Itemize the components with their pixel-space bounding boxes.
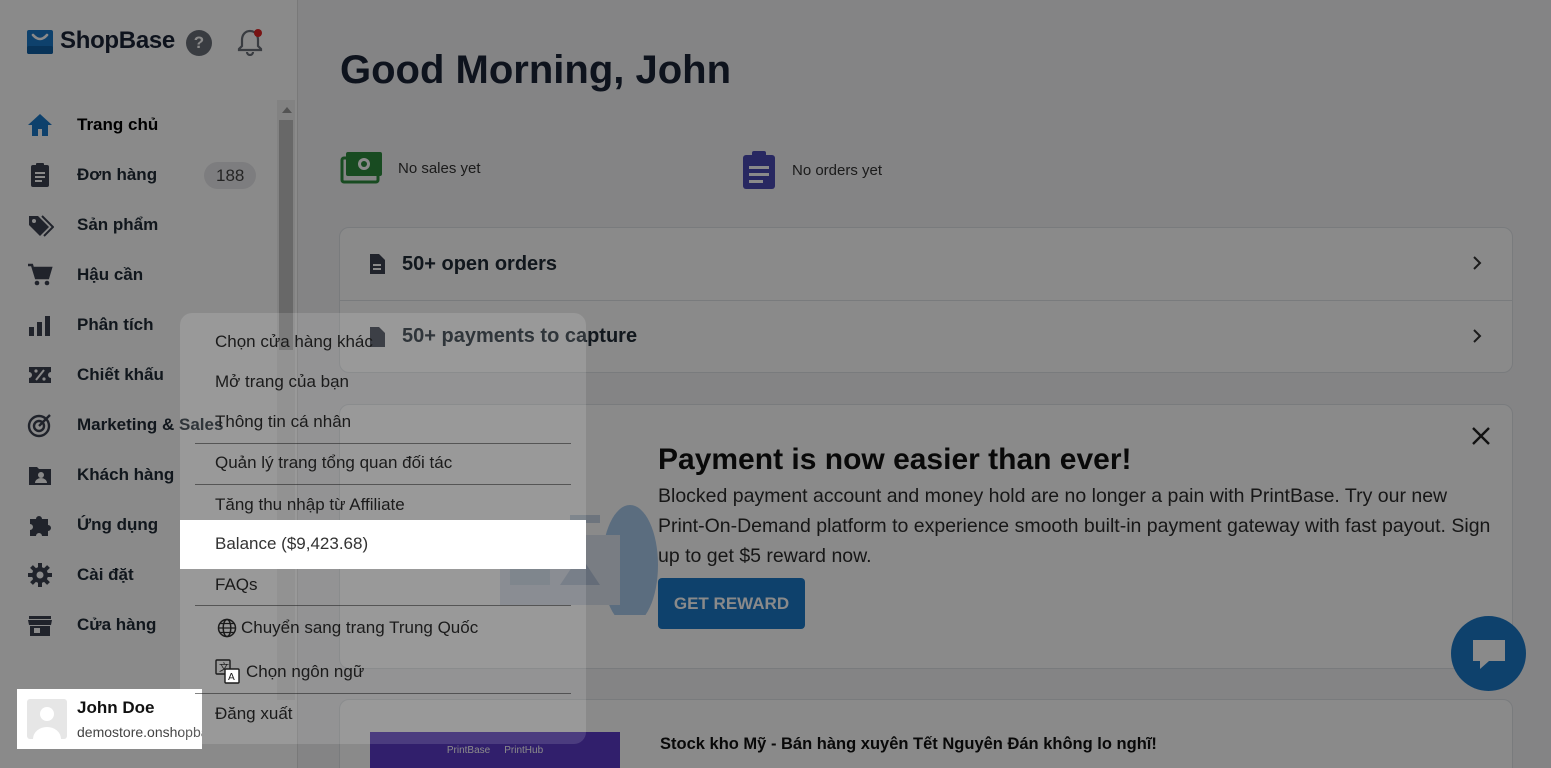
user-account-button[interactable]: John Doe demostore.onshopbase.com — [17, 689, 202, 749]
menu-item-switch-store[interactable]: Chọn cửa hàng khác — [215, 332, 373, 352]
svg-text:A: A — [228, 672, 235, 683]
menu-item-balance[interactable]: Balance ($9,423.68) — [180, 520, 586, 569]
menu-divider — [195, 484, 571, 485]
menu-divider — [195, 443, 571, 444]
menu-item-profile[interactable]: Thông tin cá nhân — [215, 412, 351, 432]
user-avatar-icon — [33, 707, 61, 739]
balance-label: Balance ($9,423.68) — [215, 534, 369, 553]
switch-china-label: Chuyển sang trang Trung Quốc — [241, 618, 479, 637]
menu-item-affiliate[interactable]: Tăng thu nhập từ Affiliate — [215, 495, 405, 515]
menu-item-faqs[interactable]: FAQs — [215, 575, 258, 595]
menu-item-language[interactable]: 文A Chọn ngôn ngữ — [215, 659, 364, 685]
menu-item-switch-china[interactable]: Chuyển sang trang Trung Quốc — [217, 618, 478, 638]
language-label: Chọn ngôn ngữ — [246, 662, 365, 681]
menu-item-logout[interactable]: Đăng xuất — [215, 704, 293, 724]
menu-divider — [195, 693, 571, 694]
menu-divider — [195, 605, 571, 606]
globe-icon — [217, 618, 237, 638]
menu-item-partner-dashboard[interactable]: Quản lý trang tổng quan đối tác — [215, 453, 452, 473]
avatar — [27, 699, 67, 739]
menu-item-open-store[interactable]: Mở trang của bạn — [215, 372, 349, 392]
translate-icon: 文A — [215, 659, 240, 684]
